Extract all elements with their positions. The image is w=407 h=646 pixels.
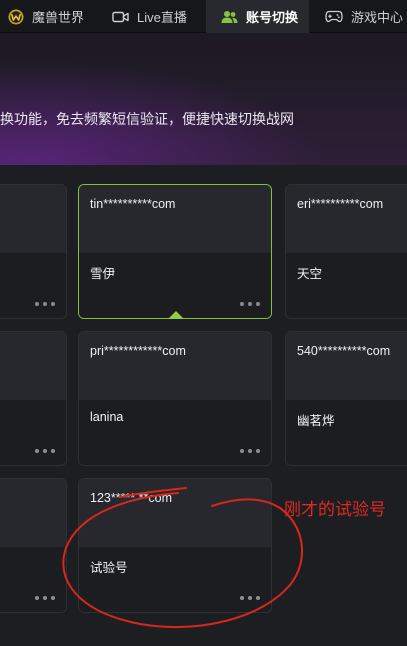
- account-nickname: 幽茗烨: [297, 414, 335, 428]
- account-email: pri************com: [90, 344, 186, 358]
- account-email: eri**********com: [297, 197, 384, 211]
- tab-live-stream[interactable]: Live直播: [112, 0, 187, 33]
- tab-label: 游戏中心: [351, 10, 404, 25]
- card-header: [0, 332, 66, 400]
- top-tab-bar: 魔兽世界 Live直播 账号切换 游戏中心: [0, 0, 407, 33]
- users-icon: [221, 10, 238, 24]
- banner-description: 换功能，免去频繁短信验证，便捷快速切换战网: [0, 111, 294, 127]
- account-card[interactable]: [0, 331, 67, 466]
- more-options-icon[interactable]: [35, 299, 55, 309]
- annotation-label: 刚才的试验号: [284, 500, 386, 519]
- card-header: [0, 185, 66, 253]
- gamepad-icon: [325, 10, 343, 23]
- tab-label: Live直播: [137, 10, 187, 25]
- more-options-icon[interactable]: [35, 593, 55, 603]
- video-camera-icon: [112, 10, 129, 24]
- tab-game-center[interactable]: 游戏中心: [325, 0, 403, 33]
- more-options-icon[interactable]: [35, 446, 55, 456]
- selected-indicator-arrow: [168, 311, 184, 319]
- tab-account-switch[interactable]: 账号切换: [206, 0, 309, 33]
- account-nickname: lanina: [90, 410, 124, 424]
- account-nickname: 雪伊: [90, 267, 116, 281]
- account-nickname: 天空: [297, 267, 323, 281]
- tab-label: 账号切换: [246, 10, 299, 25]
- tab-world-of-warcraft[interactable]: 魔兽世界: [0, 0, 84, 33]
- more-options-icon[interactable]: [240, 446, 260, 456]
- card-footer: [0, 400, 66, 465]
- account-card-selected[interactable]: tin**********com 雪伊: [78, 184, 272, 319]
- account-card[interactable]: [0, 478, 67, 613]
- account-switch-window: 魔兽世界 Live直播 账号切换 游戏中心 换功能，免去频繁短信验证，便捷快速切…: [0, 0, 407, 646]
- card-header: [79, 185, 271, 253]
- account-email: tin**********com: [90, 197, 176, 211]
- account-card[interactable]: 540**********com 幽茗烨: [285, 331, 407, 466]
- card-header: [286, 185, 407, 253]
- card-header: [79, 332, 271, 400]
- more-options-icon[interactable]: [240, 593, 260, 603]
- feature-banner: 换功能，免去频繁短信验证，便捷快速切换战网: [0, 33, 407, 165]
- wow-logo-icon: [8, 9, 24, 25]
- account-email: 540**********com: [297, 344, 391, 358]
- account-card[interactable]: eri**********com 天空: [285, 184, 407, 319]
- tab-label: 魔兽世界: [32, 10, 85, 25]
- account-nickname: 试验号: [90, 561, 128, 575]
- more-options-icon[interactable]: [240, 299, 260, 309]
- card-header: [79, 479, 271, 547]
- account-card[interactable]: [0, 184, 67, 319]
- account-email: 123***** **com: [90, 491, 172, 505]
- account-card[interactable]: 123***** **com 试验号: [78, 478, 272, 613]
- card-footer: [0, 547, 66, 612]
- card-header: [286, 332, 407, 400]
- account-card[interactable]: pri************com lanina: [78, 331, 272, 466]
- card-header: [0, 479, 66, 547]
- card-footer: [0, 253, 66, 318]
